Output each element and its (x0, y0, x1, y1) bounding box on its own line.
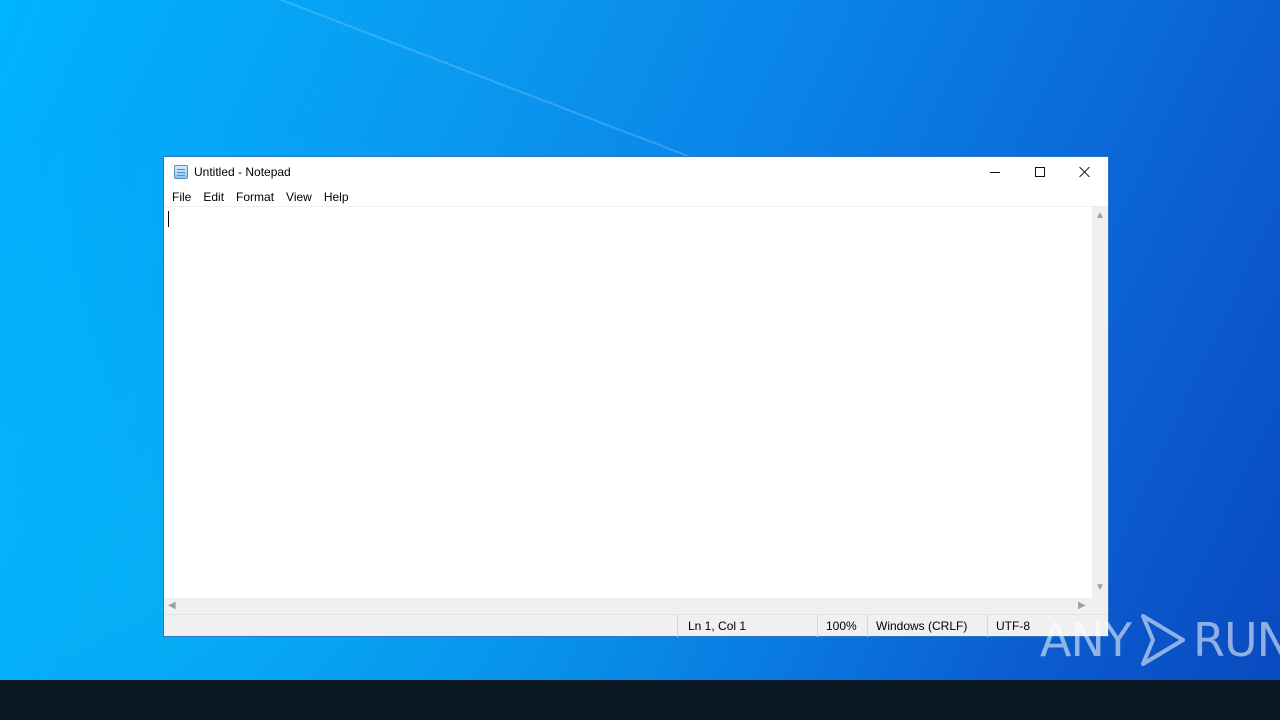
close-icon (1079, 166, 1091, 178)
cursor-position: Ln 1, Col 1 (677, 615, 817, 637)
scroll-up-icon[interactable]: ▲ (1095, 211, 1105, 221)
watermark-text-right: RUN (1192, 613, 1280, 667)
horizontal-scrollbar[interactable]: ◀ ▶ (164, 598, 1092, 614)
watermark-text-left: ANY (1040, 613, 1132, 667)
scroll-left-icon[interactable]: ◀ (168, 601, 176, 611)
notepad-window: Untitled - Notepad File Edit Format View… (163, 156, 1109, 637)
scroll-down-icon[interactable]: ▼ (1095, 583, 1105, 593)
menu-edit[interactable]: Edit (197, 187, 230, 207)
maximize-button[interactable] (1017, 157, 1063, 187)
window-title: Untitled - Notepad (194, 165, 291, 179)
zoom-level: 100% (817, 615, 867, 637)
maximize-icon (1035, 167, 1045, 177)
menu-view[interactable]: View (280, 187, 318, 207)
minimize-icon (990, 171, 1000, 173)
vertical-scrollbar[interactable]: ▲ ▼ (1092, 207, 1108, 598)
taskbar (0, 680, 1280, 720)
menu-bar: File Edit Format View Help (164, 187, 1108, 207)
text-editor-area[interactable] (164, 207, 1092, 598)
status-bar: Ln 1, Col 1 100% Windows (CRLF) UTF-8 (164, 614, 1108, 637)
play-logo-icon (1140, 614, 1185, 666)
line-ending: Windows (CRLF) (867, 615, 987, 637)
menu-format[interactable]: Format (230, 187, 280, 207)
minimize-button[interactable] (972, 157, 1018, 187)
title-bar[interactable]: Untitled - Notepad (164, 157, 1108, 187)
notepad-icon (174, 165, 188, 179)
anyrun-watermark: ANY RUN (1040, 610, 1280, 670)
menu-file[interactable]: File (166, 187, 197, 207)
menu-help[interactable]: Help (318, 187, 355, 207)
text-caret (168, 211, 169, 227)
close-button[interactable] (1062, 157, 1108, 187)
